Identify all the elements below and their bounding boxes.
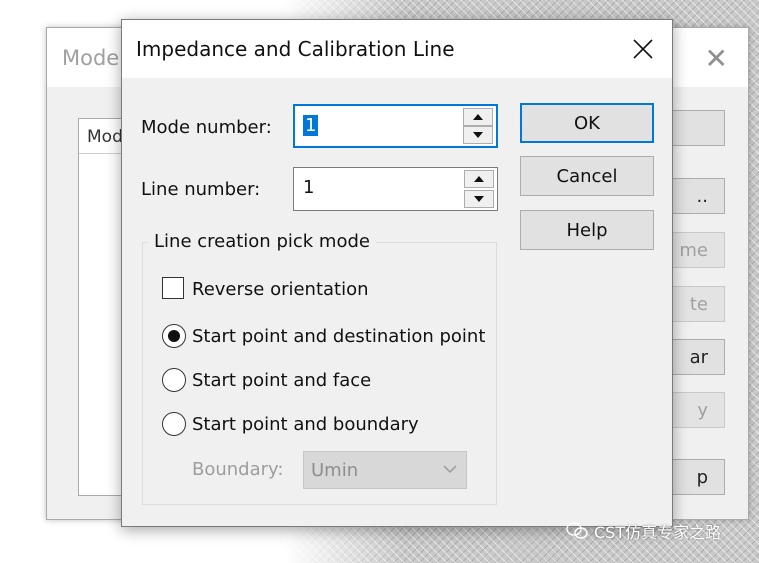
boundary-label: Boundary:: [192, 459, 284, 480]
arrow-up-icon: [474, 176, 484, 182]
back-dialog-title: Mode: [62, 46, 120, 70]
mode-number-down-button[interactable]: [463, 126, 493, 144]
radio-start-destination[interactable]: [162, 324, 186, 348]
radio-selected-dot: [168, 330, 180, 342]
line-number-up-button[interactable]: [464, 170, 494, 188]
mode-number-spin-buttons: [463, 108, 493, 144]
line-number-down-button[interactable]: [464, 190, 494, 208]
line-number-value[interactable]: 1: [303, 177, 314, 198]
cancel-button[interactable]: Cancel: [520, 156, 654, 196]
line-number-label: Line number:: [141, 179, 261, 200]
reverse-orientation-label[interactable]: Reverse orientation: [192, 279, 369, 300]
watermark-text: CST仿真专家之路: [594, 523, 722, 542]
boundary-select-value: Umin: [311, 460, 359, 481]
wechat-icon: [566, 522, 588, 539]
option-start-destination-label[interactable]: Start point and destination point: [192, 326, 485, 347]
option-start-boundary-label[interactable]: Start point and boundary: [192, 414, 419, 435]
arrow-up-icon: [473, 114, 483, 120]
line-number-spinbox[interactable]: 1: [293, 167, 498, 211]
arrow-down-icon: [474, 196, 484, 202]
titlebar: Impedance and Calibration Line: [122, 20, 672, 78]
line-number-spin-buttons: [464, 170, 494, 208]
back-close-icon[interactable]: ✕: [705, 42, 728, 75]
group-label: Line creation pick mode: [148, 231, 376, 252]
option-start-face-label[interactable]: Start point and face: [192, 370, 371, 391]
mode-number-spinbox[interactable]: 1: [293, 104, 498, 148]
chevron-down-icon: [443, 465, 457, 474]
dialog-title: Impedance and Calibration Line: [136, 37, 455, 61]
close-button[interactable]: [614, 20, 672, 78]
back-list-header: Mod: [87, 127, 123, 147]
mode-number-label: Mode number:: [141, 117, 272, 138]
boundary-select[interactable]: Umin: [303, 451, 467, 489]
ok-button[interactable]: OK: [520, 103, 654, 143]
radio-start-face[interactable]: [162, 368, 186, 392]
mode-number-up-button[interactable]: [463, 108, 493, 126]
radio-start-boundary[interactable]: [162, 412, 186, 436]
impedance-calibration-dialog: Impedance and Calibration Line Mode numb…: [121, 19, 673, 527]
close-icon: [633, 39, 653, 59]
reverse-orientation-checkbox[interactable]: [162, 277, 184, 299]
mode-number-value[interactable]: 1: [303, 115, 319, 136]
arrow-down-icon: [473, 132, 483, 138]
help-button[interactable]: Help: [520, 210, 654, 250]
watermark: CST仿真专家之路: [566, 519, 721, 543]
